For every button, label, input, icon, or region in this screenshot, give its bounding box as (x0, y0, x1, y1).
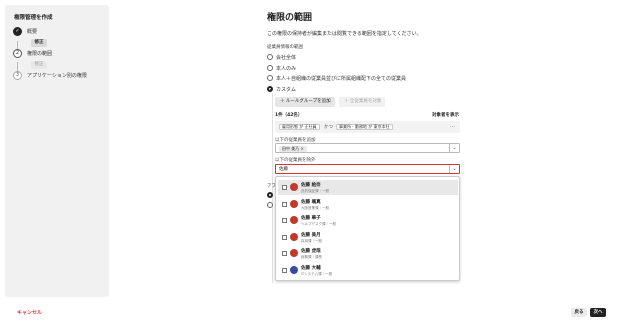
target-count: 1件（42名） (275, 113, 303, 118)
cancel-button[interactable]: キャンセル (17, 309, 42, 316)
dropdown-option[interactable]: 佐藤 大輔 ITシステム課｜一般 (278, 263, 458, 278)
radio-label: 会社全体 (276, 55, 297, 61)
add-rule-group-button[interactable]: ＋ ルールグループを追加 (275, 97, 335, 107)
step-label: 概要 (27, 29, 38, 35)
dropdown-option[interactable]: 佐藤 虎哉 総務課｜課長 (278, 246, 458, 261)
add-all-employees-button[interactable]: ＋ 全従業員を対象 (339, 97, 385, 107)
option-department: ヘルプデスク課｜一般 (301, 222, 336, 226)
step-label: 権限の範囲 (27, 51, 53, 57)
step-number: 3 (13, 71, 22, 80)
option-name: 佐藤 虎哉 (301, 249, 321, 254)
rule-chip-office[interactable]: 事業所・勤務地 が 東京本社 (336, 124, 393, 130)
avatar (290, 216, 298, 224)
employee-tag[interactable]: 田中 美乃 × (279, 145, 307, 152)
step-label: アプリケーション別の権限 (27, 73, 87, 79)
checkbox[interactable] (282, 185, 287, 190)
more-icon[interactable]: … (450, 123, 455, 129)
page-title: 権限の範囲 (267, 13, 313, 23)
exclude-employees-field[interactable]: ⌄ (275, 164, 460, 174)
edit-scope-button[interactable]: 修正 (31, 61, 47, 69)
radio-label: 本人のみ (276, 66, 297, 72)
avatar (290, 249, 298, 257)
sidebar-title: 権限管理を作成 (14, 15, 53, 21)
checkbox[interactable] (282, 218, 287, 223)
radio-icon[interactable] (267, 75, 273, 81)
dropdown-option[interactable]: 佐藤 絵奈 品質保証課｜一般 (278, 180, 458, 195)
dropdown-option[interactable]: 佐藤 颯真 大阪営業課｜一般 (278, 197, 458, 212)
rule-chip-employment-type[interactable]: 雇用形態 が 正社員 (279, 124, 320, 130)
rule-group[interactable]: 雇用形態 が 正社員 かつ 事業所・勤務地 が 東京本社 … (275, 121, 460, 133)
page-description: この権限の保持者が編集または閲覧できる範囲を指定してください。 (267, 31, 422, 37)
edit-overview-button[interactable]: 修正 (31, 39, 47, 47)
avatar (290, 183, 298, 191)
dropdown-option[interactable]: 佐藤 華子 ヘルプデスク課｜一般 (278, 213, 458, 228)
rule-connector: かつ (324, 125, 333, 130)
option-department: ITシステム課｜一般 (301, 272, 333, 276)
option-department: 採用課｜一般 (301, 239, 322, 243)
next-button[interactable]: 次へ (590, 308, 606, 317)
option-department: 大阪営業課｜一般 (301, 206, 329, 210)
step-number: 2 (13, 49, 22, 58)
option-name: 佐藤 美月 (301, 233, 321, 238)
dropdown-option[interactable]: 佐藤 美月 採用課｜一般 (278, 230, 458, 245)
back-button[interactable]: 戻る (571, 308, 587, 317)
radio-icon[interactable] (267, 202, 273, 208)
checkbox[interactable] (282, 235, 287, 240)
chevron-down-icon[interactable]: ⌄ (449, 144, 459, 152)
radio-label: 本人＋自組織の従業員並びに所属組織配下の全ての従業員 (276, 76, 407, 82)
checkbox[interactable] (282, 202, 287, 207)
radio-icon[interactable] (267, 86, 273, 92)
option-name: 佐藤 絵奈 (301, 183, 321, 188)
avatar (290, 200, 298, 208)
radio-icon[interactable] (267, 192, 273, 198)
sidebar: 権限管理を作成 ✓ 概要 修正 2 権限の範囲 修正 3 アプリケーション別の権… (5, 5, 109, 297)
exclude-search-input[interactable] (279, 165, 439, 172)
option-name: 佐藤 華子 (301, 216, 321, 221)
option-department: 総務課｜課長 (301, 255, 322, 259)
radio-icon[interactable] (267, 65, 273, 71)
option-department: 品質保証課｜一般 (301, 189, 329, 193)
radio-icon[interactable] (267, 54, 273, 60)
employee-dropdown: 佐藤 絵奈 品質保証課｜一般 佐藤 颯真 大阪営業課｜一般 佐藤 華子 ヘルプデ… (275, 176, 460, 281)
radio-label: カスタム (276, 87, 297, 93)
checkbox[interactable] (282, 251, 287, 256)
add-employees-field[interactable]: 田中 美乃 × ⌄ (275, 143, 460, 153)
option-name: 佐藤 颯真 (301, 200, 321, 205)
section-label: 従業員情報の範囲 (267, 45, 303, 50)
show-targets-link[interactable]: 対象者を表示 (432, 112, 459, 118)
avatar (290, 233, 298, 241)
chevron-down-icon[interactable]: ⌄ (449, 165, 459, 173)
avatar (290, 266, 298, 274)
option-name: 佐藤 大輔 (301, 266, 321, 271)
check-icon: ✓ (13, 27, 22, 36)
checkbox[interactable] (282, 268, 287, 273)
exclude-employees-label: 以下の従業員を除外 (275, 158, 316, 163)
